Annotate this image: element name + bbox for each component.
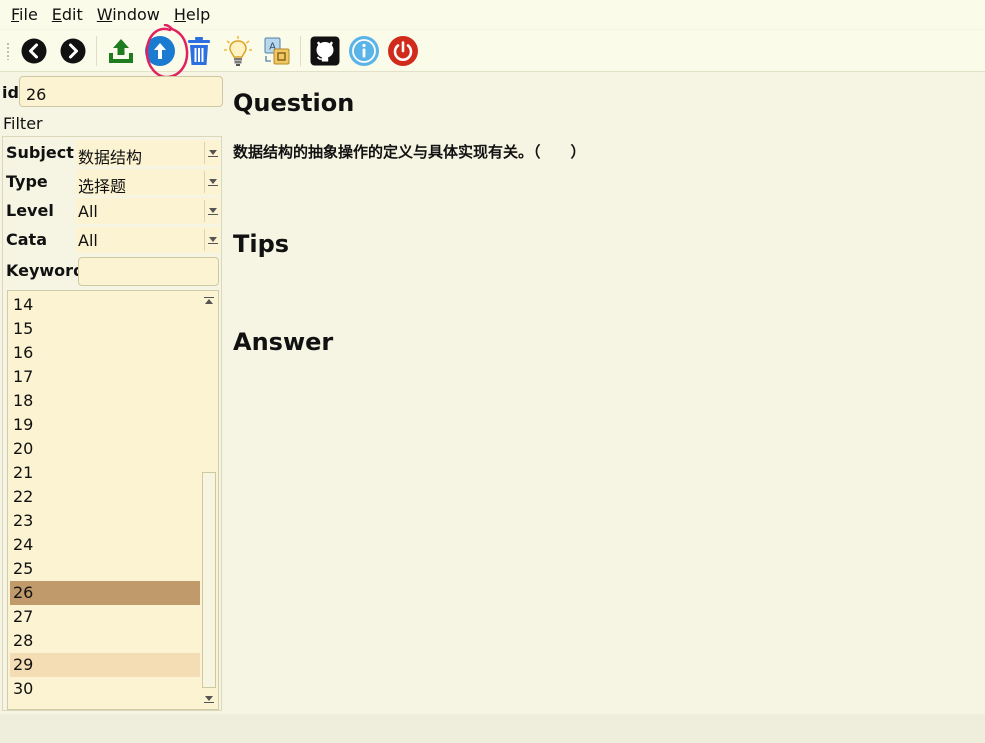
scroll-down-arrow-icon[interactable] [201,690,217,708]
forward-button[interactable] [55,33,91,69]
submit-button[interactable] [142,33,178,69]
subject-label: Subject [6,143,74,162]
question-heading: Question [233,89,355,117]
translate-icon: A [264,37,289,64]
chevron-down-icon[interactable] [204,142,220,164]
list-item[interactable]: 20 [10,437,200,461]
back-icon [21,38,46,63]
tips-button[interactable] [220,33,256,69]
type-value: 选择题 [78,177,127,196]
list-item[interactable]: 28 [10,629,200,653]
list-scrollbar[interactable] [201,292,217,708]
list-item[interactable]: 30 [10,677,200,701]
list-item[interactable]: 22 [10,485,200,509]
list-item[interactable]: 25 [10,557,200,581]
translate-button[interactable]: A [259,33,295,69]
scrollbar-thumb[interactable] [202,472,216,688]
chevron-down-icon[interactable] [204,200,220,222]
id-label: id [2,83,19,102]
keyword-input[interactable] [78,257,219,286]
menu-file[interactable]: File [4,5,45,24]
id-input-value: 26 [26,85,47,104]
list-item[interactable]: 27 [10,605,200,629]
level-value: All [78,202,98,221]
toolbar-separator [300,35,301,66]
tips-heading: Tips [233,230,290,258]
question-text: 数据结构的抽象操作的定义与具体实现有关。（ ） [233,143,586,161]
left-panel: id 26 Filter Subject 数据结构 Type 选择题 Level… [0,73,224,713]
list-item[interactable]: 17 [10,365,200,389]
subject-value: 数据结构 [78,148,143,167]
scroll-up-arrow-icon[interactable] [201,292,217,310]
toolbar: A [0,30,985,72]
submit-up-icon [144,35,175,66]
type-label: Type [6,172,48,191]
menu-window[interactable]: Window [90,5,167,24]
answer-heading: Answer [233,328,334,356]
subject-combo[interactable]: 数据结构 [76,140,220,167]
list-item[interactable]: 15 [10,317,200,341]
filter-title: Filter [3,114,43,133]
level-combo[interactable]: All [76,198,220,224]
github-button[interactable] [307,33,343,69]
type-combo[interactable]: 选择题 [76,169,220,196]
cata-combo[interactable]: All [76,227,220,253]
status-bar [0,714,985,743]
forward-icon [60,38,85,63]
list-item[interactable]: 23 [10,509,200,533]
toolbar-separator [96,35,97,66]
list-item[interactable]: 26 [10,581,200,605]
trash-icon [187,36,210,65]
menu-bar: File Edit Window Help [0,0,985,29]
lightbulb-icon [223,35,252,66]
upload-icon [108,38,133,63]
back-button[interactable] [16,33,52,69]
keyword-label: Keyword [6,261,85,280]
list-item[interactable]: 24 [10,533,200,557]
level-label: Level [6,201,54,220]
chevron-down-icon[interactable] [204,171,220,193]
list-item[interactable]: 14 [10,293,200,317]
info-icon [348,35,379,66]
cata-label: Cata [6,230,47,249]
quit-button[interactable] [385,33,421,69]
list-item[interactable]: 19 [10,413,200,437]
cata-value: All [78,231,98,250]
upload-button[interactable] [103,33,139,69]
list-item[interactable]: 18 [10,389,200,413]
list-item[interactable]: 16 [10,341,200,365]
power-icon [387,35,418,66]
chevron-down-icon[interactable] [204,229,220,251]
toolbar-grip[interactable] [6,41,10,60]
question-list[interactable]: 14 15 16 17 18 19 20 21 22 23 24 25 26 27 28 29 30 [7,290,219,710]
menu-help[interactable]: Help [167,5,217,24]
menu-edit[interactable]: Edit [45,5,90,24]
info-button[interactable] [346,33,382,69]
id-input[interactable]: 26 [19,76,223,107]
filter-panel: Subject 数据结构 Type 选择题 Level All Cata All [2,136,222,711]
list-item[interactable]: 29 [10,653,200,677]
list-item[interactable]: 21 [10,461,200,485]
github-icon [310,36,339,65]
delete-button[interactable] [181,33,217,69]
